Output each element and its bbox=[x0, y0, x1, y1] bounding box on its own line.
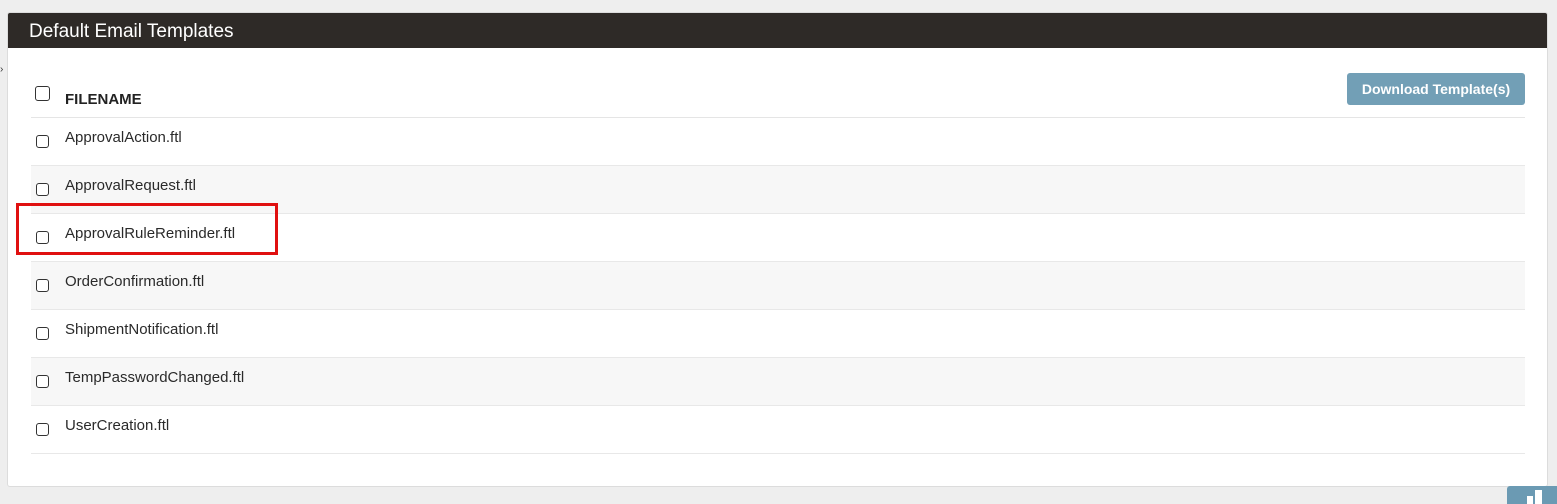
table-row: ApprovalRuleReminder.ftl bbox=[31, 214, 1525, 262]
table-row: OrderConfirmation.ftl bbox=[31, 262, 1525, 310]
row-checkbox[interactable] bbox=[36, 183, 49, 196]
filename-cell: ShipmentNotification.ftl bbox=[65, 321, 219, 338]
table-row: ApprovalAction.ftl bbox=[31, 118, 1525, 166]
filename-cell: ApprovalRequest.ftl bbox=[65, 177, 196, 194]
filename-cell: ApprovalRuleReminder.ftl bbox=[65, 225, 236, 242]
table-row: ShipmentNotification.ftl bbox=[31, 310, 1525, 358]
row-checkbox[interactable] bbox=[36, 135, 49, 148]
table-header-row: FILENAME Download Template(s) bbox=[31, 73, 1525, 118]
table-body: ApprovalAction.ftl ApprovalRequest.ftl A… bbox=[31, 118, 1525, 454]
row-checkbox[interactable] bbox=[36, 231, 49, 244]
filename-cell: ApprovalAction.ftl bbox=[65, 129, 182, 146]
filename-cell: UserCreation.ftl bbox=[65, 417, 170, 434]
row-checkbox[interactable] bbox=[36, 279, 49, 292]
panel-title: Default Email Templates bbox=[8, 13, 1547, 48]
filename-column-header: FILENAME bbox=[65, 91, 142, 108]
table-row: TempPasswordChanged.ftl bbox=[31, 358, 1525, 406]
table-row: ApprovalRequest.ftl bbox=[31, 166, 1525, 214]
select-all-checkbox[interactable] bbox=[35, 86, 50, 101]
chart-widget-icon[interactable] bbox=[1507, 486, 1557, 504]
row-checkbox[interactable] bbox=[36, 423, 49, 436]
table-row: UserCreation.ftl bbox=[31, 406, 1525, 454]
filename-cell: OrderConfirmation.ftl bbox=[65, 273, 205, 290]
filename-cell: TempPasswordChanged.ftl bbox=[65, 369, 245, 386]
row-checkbox[interactable] bbox=[36, 327, 49, 340]
templates-table: FILENAME Download Template(s) ApprovalAc… bbox=[31, 73, 1525, 454]
row-checkbox[interactable] bbox=[36, 375, 49, 388]
email-templates-panel: Default Email Templates FILENAME Downloa… bbox=[7, 12, 1548, 487]
download-templates-button[interactable]: Download Template(s) bbox=[1347, 73, 1525, 105]
edge-marker: › bbox=[0, 64, 4, 75]
